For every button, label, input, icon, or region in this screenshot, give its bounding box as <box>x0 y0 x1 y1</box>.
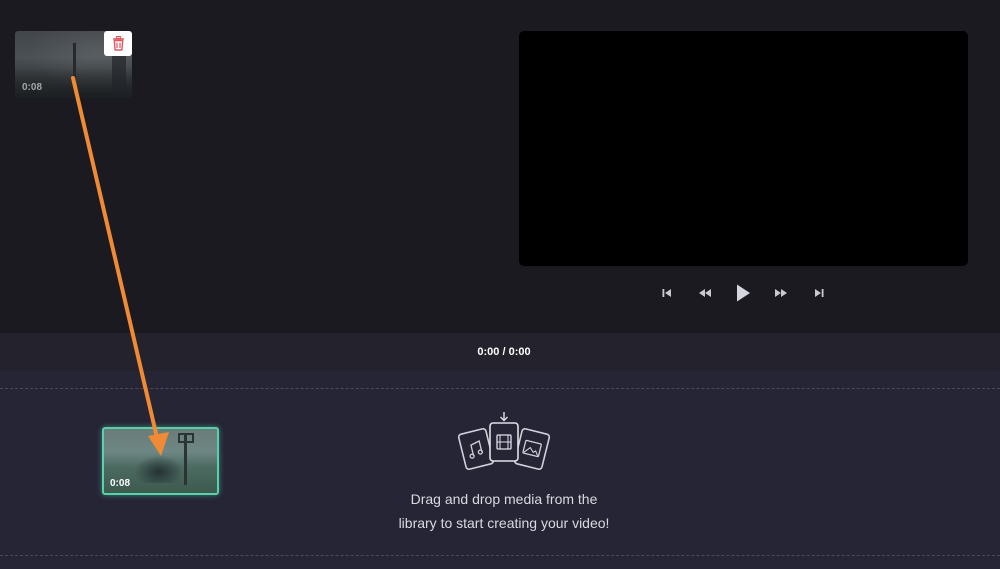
fast-forward-icon <box>775 289 787 297</box>
track-divider-top <box>0 388 1000 389</box>
media-library: 0:08 <box>0 0 500 333</box>
delete-media-button[interactable] <box>104 31 132 56</box>
clip-duration: 0:08 <box>110 478 131 489</box>
trash-icon <box>112 36 124 51</box>
clip-players <box>134 455 184 483</box>
skip-to-end-button[interactable] <box>808 281 830 305</box>
skip-end-icon <box>815 289 824 297</box>
playback-controls <box>500 280 986 306</box>
clip-hoop-pole <box>184 435 187 485</box>
rewind-icon <box>699 289 711 297</box>
media-dropzone[interactable]: Drag and drop media from the library to … <box>354 411 654 551</box>
dropzone-message: Drag and drop media from the library to … <box>354 487 654 535</box>
dropzone-line-2: library to start creating your video! <box>398 515 610 531</box>
thumbnail-pole <box>73 43 76 89</box>
video-editor: 0:08 0:00 / 0:00 0:08 Drag and drop medi… <box>0 0 1000 569</box>
media-stack-icon <box>457 412 551 471</box>
rewind-button[interactable] <box>694 281 716 305</box>
play-button[interactable] <box>732 281 754 305</box>
timeline-track[interactable]: 0:08 Drag and drop media from the librar… <box>0 371 1000 569</box>
skip-start-icon <box>662 289 671 297</box>
video-preview[interactable] <box>519 31 968 266</box>
track-divider-bottom <box>0 555 1000 556</box>
media-duration: 0:08 <box>22 82 43 93</box>
play-icon <box>737 284 750 302</box>
timeline-timebar: 0:00 / 0:00 <box>0 333 1000 371</box>
dropzone-line-1: Drag and drop media from the <box>410 491 598 507</box>
skip-to-start-button[interactable] <box>656 281 678 305</box>
dragged-media-clip[interactable]: 0:08 <box>102 427 219 495</box>
fast-forward-button[interactable] <box>770 281 792 305</box>
preview-panel <box>500 0 1000 333</box>
timecode: 0:00 / 0:00 <box>477 346 531 358</box>
